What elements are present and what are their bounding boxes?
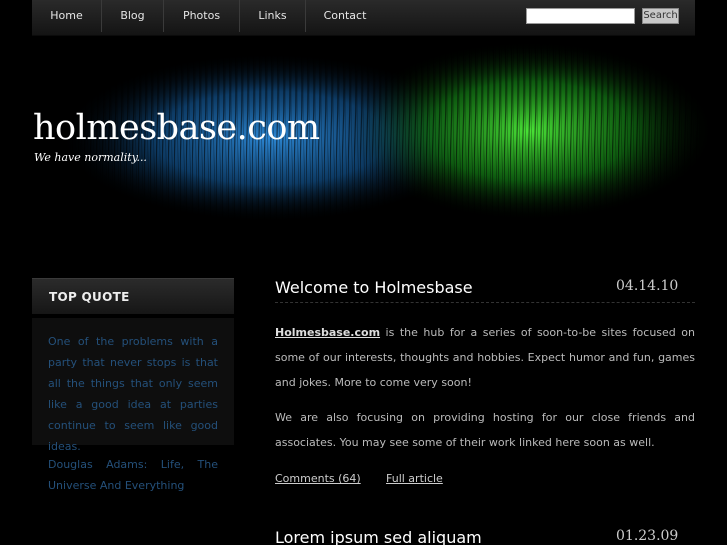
nav-contact[interactable]: Contact bbox=[306, 0, 384, 32]
post-paragraph: Holmesbase.com is the hub for a series o… bbox=[275, 320, 695, 395]
post-title[interactable]: Welcome to Holmesbase bbox=[275, 278, 473, 297]
quote-text: One of the problems with a party that ne… bbox=[48, 335, 218, 453]
sidebar-title: TOP QUOTE bbox=[49, 290, 130, 304]
nav-home[interactable]: Home bbox=[32, 0, 102, 32]
top-navigation: Home Blog Photos Links Contact Search bbox=[32, 0, 695, 36]
post-date: 01.23.09 bbox=[616, 528, 679, 544]
holmesbase-link[interactable]: Holmesbase.com bbox=[275, 326, 380, 339]
site-title[interactable]: holmesbase.com bbox=[33, 108, 320, 148]
site-header: holmesbase.com We have normality... bbox=[0, 36, 727, 240]
nav-blog[interactable]: Blog bbox=[102, 0, 164, 32]
sidebar-header: TOP QUOTE bbox=[32, 278, 234, 314]
quote-box: One of the problems with a party that ne… bbox=[32, 318, 234, 453]
quote-author-line2: Universe And Everything bbox=[48, 479, 185, 492]
nav-links[interactable]: Links bbox=[240, 0, 306, 32]
full-article-link[interactable]: Full article bbox=[386, 472, 443, 485]
search-button[interactable]: Search bbox=[642, 8, 679, 24]
search-input[interactable] bbox=[526, 8, 635, 24]
nav-photos[interactable]: Photos bbox=[164, 0, 240, 32]
post-paragraph: We are also focusing on providing hostin… bbox=[275, 411, 695, 449]
post-date: 04.14.10 bbox=[616, 278, 679, 294]
post-title[interactable]: Lorem ipsum sed aliquam bbox=[275, 528, 482, 545]
site-tagline: We have normality... bbox=[34, 151, 147, 164]
post-divider bbox=[275, 302, 695, 303]
quote-author-line1: Douglas Adams: Life, The bbox=[48, 458, 218, 471]
post-body: Holmesbase.com is the hub for a series o… bbox=[275, 320, 695, 455]
comments-link[interactable]: Comments (64) bbox=[275, 472, 361, 485]
quote-author: Douglas Adams: Life, The Universe And Ev… bbox=[48, 454, 218, 496]
